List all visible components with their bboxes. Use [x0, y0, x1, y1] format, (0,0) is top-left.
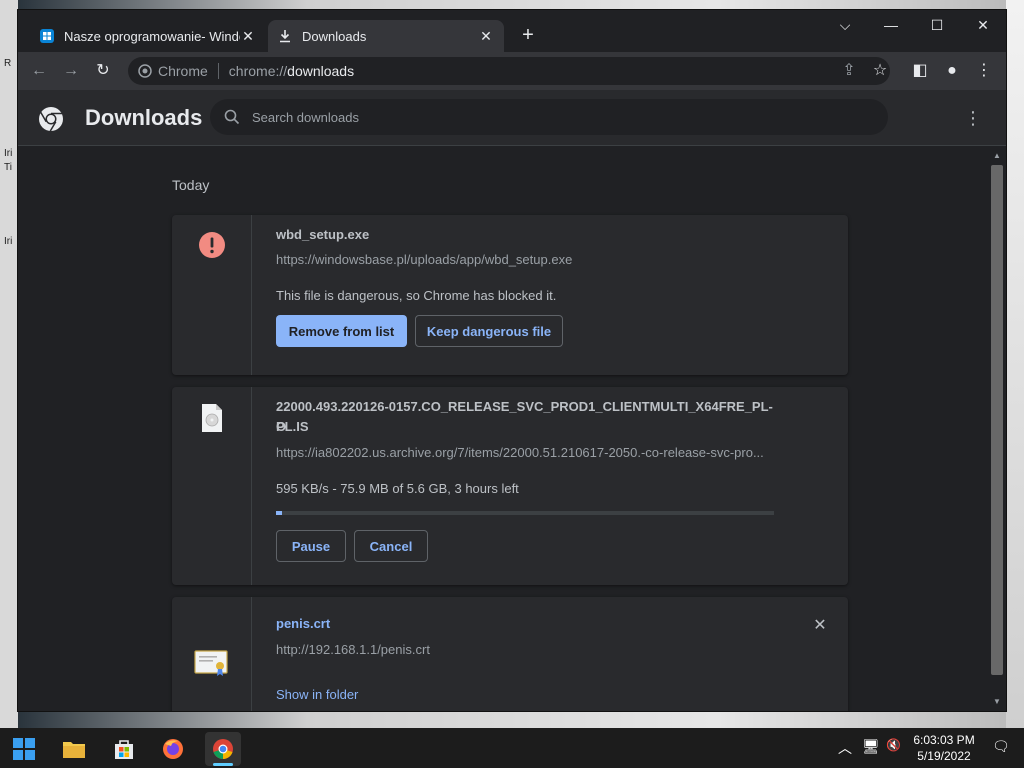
folder-icon — [63, 742, 85, 758]
file-name-link[interactable]: penis.crt — [276, 616, 330, 631]
desktop-right-edge — [1006, 0, 1024, 728]
file-name-line-2: O — [276, 419, 287, 434]
taskbar-clock[interactable]: 6:03:03 PM 5/19/2022 — [904, 732, 984, 764]
progress-bar — [276, 511, 774, 515]
disc-image-icon — [202, 404, 222, 432]
remove-from-list-button[interactable]: Remove from list — [276, 315, 407, 347]
download-item: wbd_setup.exe https://windowsbase.pl/upl… — [172, 215, 848, 375]
download-item-icon-column — [172, 387, 252, 585]
windows-logo-icon — [13, 738, 35, 760]
more-actions-icon[interactable]: ⋮ — [964, 106, 982, 130]
search-box[interactable] — [210, 99, 888, 135]
download-item: 22000.493.220126-0157.CO_RELEASE_SVC_PRO… — [172, 387, 848, 585]
progress-status: 595 KB/s - 75.9 MB of 5.6 GB, 3 hours le… — [276, 481, 519, 496]
chrome-logo-icon — [39, 107, 63, 132]
scroll-up-arrow-icon[interactable]: ▲ — [988, 151, 1006, 160]
notifications-icon[interactable]: 🗨 — [992, 738, 1010, 755]
forward-arrow-icon[interactable]: → — [60, 60, 82, 82]
windows-taskbar: ︿ 🖥 🔇 6:03:03 PM 5/19/2022 🗨 — [0, 728, 1024, 768]
danger-status: This file is dangerous, so Chrome has bl… — [276, 288, 557, 303]
firefox-button[interactable] — [155, 732, 191, 766]
certificate-icon — [194, 650, 228, 676]
volume-muted-icon[interactable]: 🔇 — [886, 738, 901, 752]
desktop-left-edge: R Iri Ti Iri — [0, 0, 18, 728]
tab-strip: Nasze oprogramowanie- Window ✕ Downloads… — [18, 10, 1006, 52]
search-icon — [224, 109, 240, 125]
close-tab-icon[interactable]: ✕ — [240, 28, 256, 45]
show-hidden-icons-chevron-icon[interactable]: ︿ — [838, 738, 852, 758]
desktop-fragment: R — [4, 58, 12, 69]
site-chip: Chrome — [158, 63, 219, 79]
scrollbar-thumb[interactable] — [991, 165, 1003, 675]
network-icon[interactable]: 🖥 — [862, 738, 880, 755]
remove-item-close-icon[interactable]: ✕ — [810, 615, 830, 635]
browser-window: Nasze oprogramowanie- Window ✕ Downloads… — [18, 10, 1006, 711]
search-input[interactable] — [252, 109, 852, 125]
tab-search-chevron-icon[interactable]: ⌵ — [822, 10, 868, 40]
url-scheme: chrome:// — [228, 63, 288, 79]
date-section-heading: Today — [172, 177, 210, 193]
close-window-button[interactable]: ✕ — [960, 10, 1006, 40]
file-url[interactable]: http://192.168.1.1/penis.crt — [276, 642, 776, 657]
windows-store-icon — [40, 29, 54, 43]
tab-windowsbase[interactable]: Nasze oprogramowanie- Window ✕ — [30, 20, 266, 52]
clock-date: 5/19/2022 — [917, 749, 971, 763]
desktop-fragment: Ti — [4, 162, 12, 173]
address-bar[interactable]: Chrome chrome://downloads — [128, 57, 890, 85]
chrome-taskbar-button[interactable] — [205, 732, 241, 766]
download-item: penis.crt http://192.168.1.1/penis.crt S… — [172, 597, 848, 711]
tab-title: Nasze oprogramowanie- Window — [64, 28, 240, 44]
downloads-list: Today wbd_setup.exe https://windowsbase.… — [18, 147, 988, 711]
pause-button[interactable]: Pause — [276, 530, 346, 562]
start-button[interactable] — [6, 732, 42, 766]
progress-bar-fill — [276, 511, 283, 515]
back-arrow-icon[interactable]: ← — [28, 60, 50, 82]
chrome-app-icon — [213, 739, 233, 759]
bookmark-star-icon[interactable]: ☆ — [869, 60, 891, 82]
file-url[interactable]: https://windowsbase.pl/uploads/app/wbd_s… — [276, 252, 776, 267]
keep-dangerous-file-button[interactable]: Keep dangerous file — [415, 315, 563, 347]
minimize-button[interactable]: — — [868, 10, 914, 40]
reload-icon[interactable]: ↻ — [92, 60, 114, 82]
maximize-button[interactable]: ☐ — [914, 10, 960, 40]
cancel-button[interactable]: Cancel — [354, 530, 428, 562]
page-title: Downloads — [85, 105, 203, 130]
share-icon[interactable]: ⇪ — [838, 60, 860, 82]
download-item-icon-column — [172, 215, 252, 375]
downloads-header: Downloads ⋮ — [18, 90, 1006, 146]
desktop-fragment: Iri — [4, 148, 13, 159]
show-in-folder-link[interactable]: Show in folder — [276, 687, 358, 702]
menu-kebab-icon[interactable]: ⋮ — [973, 60, 995, 82]
page-scrollbar[interactable]: ▲ ▼ — [988, 147, 1006, 711]
store-bag-icon — [115, 740, 133, 759]
file-url[interactable]: https://ia802202.us.archive.org/7/items/… — [276, 445, 770, 460]
clock-time: 6:03:03 PM — [913, 733, 975, 747]
file-name: wbd_setup.exe — [276, 227, 370, 242]
warning-icon — [199, 232, 225, 258]
tab-title: Downloads — [302, 28, 367, 44]
tab-downloads[interactable]: Downloads ✕ — [268, 20, 504, 52]
downloads-page: Downloads ⋮ Today — [18, 90, 1006, 711]
close-tab-icon[interactable]: ✕ — [478, 28, 494, 45]
scroll-down-arrow-icon[interactable]: ▼ — [988, 697, 1006, 706]
url-host: downloads — [287, 63, 355, 79]
new-tab-button[interactable]: + — [516, 24, 540, 48]
desktop-fragment: Iri — [4, 236, 13, 247]
file-name-line-1: 22000.493.220126-0157.CO_RELEASE_SVC_PRO… — [276, 399, 773, 434]
download-item-icon-column — [172, 597, 252, 711]
browser-toolbar: ← → ↻ Chrome chrome://downloads ⇪ ☆ ◧ ● … — [18, 52, 1006, 90]
firefox-icon — [163, 739, 183, 759]
side-panel-icon[interactable]: ◧ — [909, 60, 931, 82]
download-icon — [280, 30, 290, 43]
store-button[interactable] — [106, 732, 142, 766]
file-explorer-button[interactable] — [56, 732, 92, 766]
profile-icon[interactable]: ● — [941, 60, 963, 82]
chrome-site-icon — [138, 64, 152, 78]
